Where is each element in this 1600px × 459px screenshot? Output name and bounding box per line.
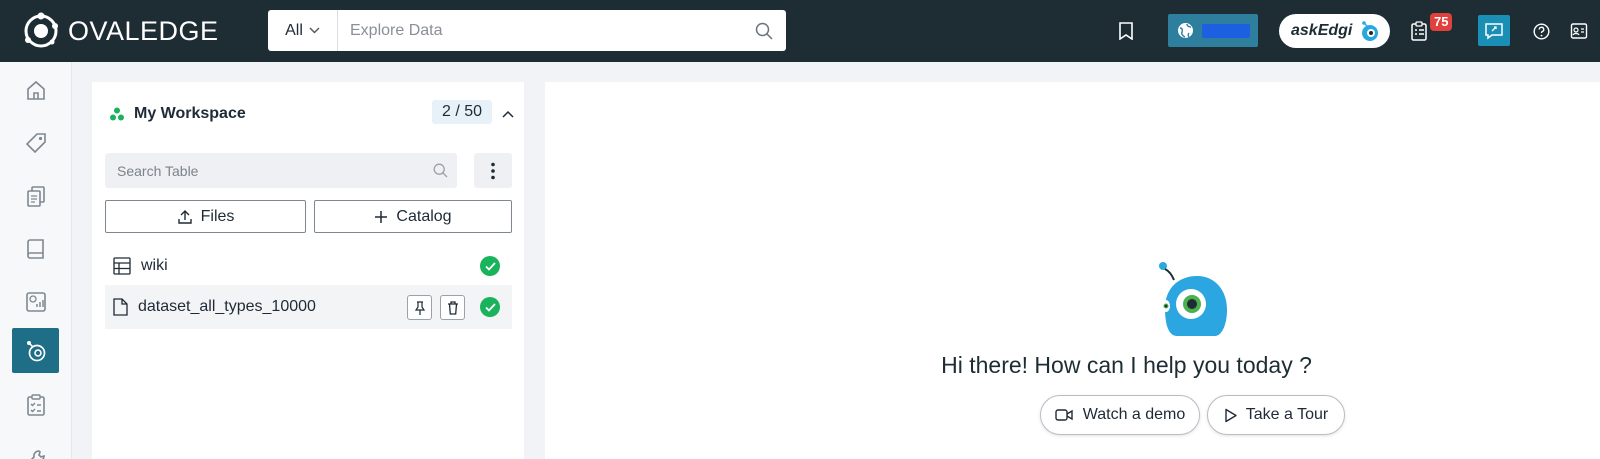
nav-tasks[interactable]	[12, 382, 59, 427]
nav-documents[interactable]	[12, 173, 59, 218]
trash-icon	[447, 300, 458, 315]
askedgi-bot-icon	[26, 340, 45, 361]
tasks-button[interactable]	[1406, 18, 1432, 44]
notification-count-badge: 75	[1430, 13, 1453, 31]
greeting-text: Hi there! How can I help you today ?	[941, 352, 1312, 378]
take-tour-button[interactable]: Take a Tour	[1207, 395, 1345, 435]
add-catalog-button[interactable]: Catalog	[314, 200, 512, 233]
askedgi-main-area: Hi there! How can I help you today ? Wat…	[545, 82, 1600, 459]
pin-button[interactable]	[407, 295, 432, 320]
tools-icon	[29, 449, 45, 459]
workspace-panel: My Workspace 2 / 50 Files Catalog wiki d…	[92, 82, 524, 459]
user-profile-button[interactable]	[1566, 18, 1592, 44]
search-button[interactable]	[742, 10, 786, 51]
askedgi-label: askEdgi	[1291, 22, 1353, 39]
analytics-icon	[25, 291, 46, 312]
list-item[interactable]: dataset_all_types_10000	[105, 285, 512, 329]
delete-button[interactable]	[440, 295, 465, 320]
help-button[interactable]	[1528, 18, 1554, 44]
feedback-chat-button[interactable]	[1478, 15, 1510, 46]
search-scope-dropdown[interactable]: All	[268, 10, 338, 51]
files-button-label: Files	[200, 207, 235, 225]
domain-selector[interactable]	[1168, 14, 1258, 47]
book-icon	[26, 238, 44, 259]
watch-demo-button[interactable]: Watch a demo	[1040, 395, 1200, 435]
workspace-header: My Workspace 2 / 50	[110, 100, 514, 126]
list-item-label: dataset_all_types_10000	[138, 298, 316, 315]
pin-icon	[414, 300, 425, 315]
table-search-input[interactable]	[105, 162, 423, 179]
nav-glossary[interactable]	[12, 226, 59, 271]
profile-card-icon	[1570, 23, 1588, 39]
chat-feedback-icon	[1485, 22, 1503, 39]
catalog-button-label: Catalog	[396, 207, 452, 225]
global-search: All	[268, 10, 786, 51]
workspace-title: My Workspace	[134, 105, 246, 122]
chevron-up-icon	[502, 110, 514, 118]
askedgi-bot-icon	[1362, 21, 1379, 41]
table-search-button[interactable]	[423, 163, 457, 178]
upload-files-button[interactable]: Files	[105, 200, 306, 233]
askedgi-button[interactable]: askEdgi	[1279, 14, 1390, 48]
tasks-icon	[26, 393, 45, 416]
search-input[interactable]	[338, 10, 742, 51]
table-search	[105, 153, 457, 188]
brand-name: OVALEDGE	[68, 15, 219, 46]
list-item-label: wiki	[141, 257, 168, 274]
tag-icon	[25, 132, 46, 153]
play-icon	[1225, 408, 1237, 422]
check-circle-icon	[480, 297, 500, 317]
top-bar: OVALEDGE All askEdgi 75	[0, 0, 1600, 62]
collapse-workspace-button[interactable]	[496, 102, 520, 126]
watch-demo-label: Watch a demo	[1082, 406, 1186, 423]
search-icon	[433, 163, 447, 178]
left-nav-rail	[0, 62, 72, 459]
ovaledge-logo-icon	[24, 12, 58, 48]
workspace-count: 2 / 50	[432, 100, 493, 124]
workspace-icon	[110, 107, 124, 121]
take-tour-label: Take a Tour	[1245, 406, 1329, 423]
askedgi-mascot-icon	[1159, 262, 1227, 336]
documents-icon	[26, 185, 45, 207]
search-scope-value: All	[285, 21, 303, 39]
nav-home[interactable]	[12, 67, 59, 112]
nav-reports[interactable]	[12, 279, 59, 324]
check-circle-icon	[480, 256, 500, 276]
brand-logo[interactable]: OVALEDGE	[22, 11, 219, 51]
clipboard-list-icon	[1411, 21, 1427, 41]
help-icon	[1532, 22, 1550, 40]
nav-tags[interactable]	[12, 120, 59, 165]
search-icon	[755, 22, 773, 40]
upload-icon	[177, 209, 192, 224]
more-vertical-icon	[491, 162, 495, 179]
chevron-down-icon	[309, 27, 320, 34]
domain-name-redacted	[1202, 23, 1250, 38]
nav-tools[interactable]	[12, 436, 59, 459]
bookmark-icon	[1119, 22, 1133, 40]
plus-icon	[375, 210, 388, 223]
globe-icon	[1178, 23, 1193, 38]
nav-askedgi[interactable]	[12, 328, 59, 373]
workspace-more-menu[interactable]	[474, 153, 512, 188]
home-icon	[26, 80, 45, 100]
table-icon	[113, 257, 131, 275]
video-camera-icon	[1055, 409, 1073, 421]
bookmark-button[interactable]	[1113, 18, 1139, 44]
file-icon	[113, 298, 128, 316]
list-item[interactable]: wiki	[105, 245, 512, 287]
